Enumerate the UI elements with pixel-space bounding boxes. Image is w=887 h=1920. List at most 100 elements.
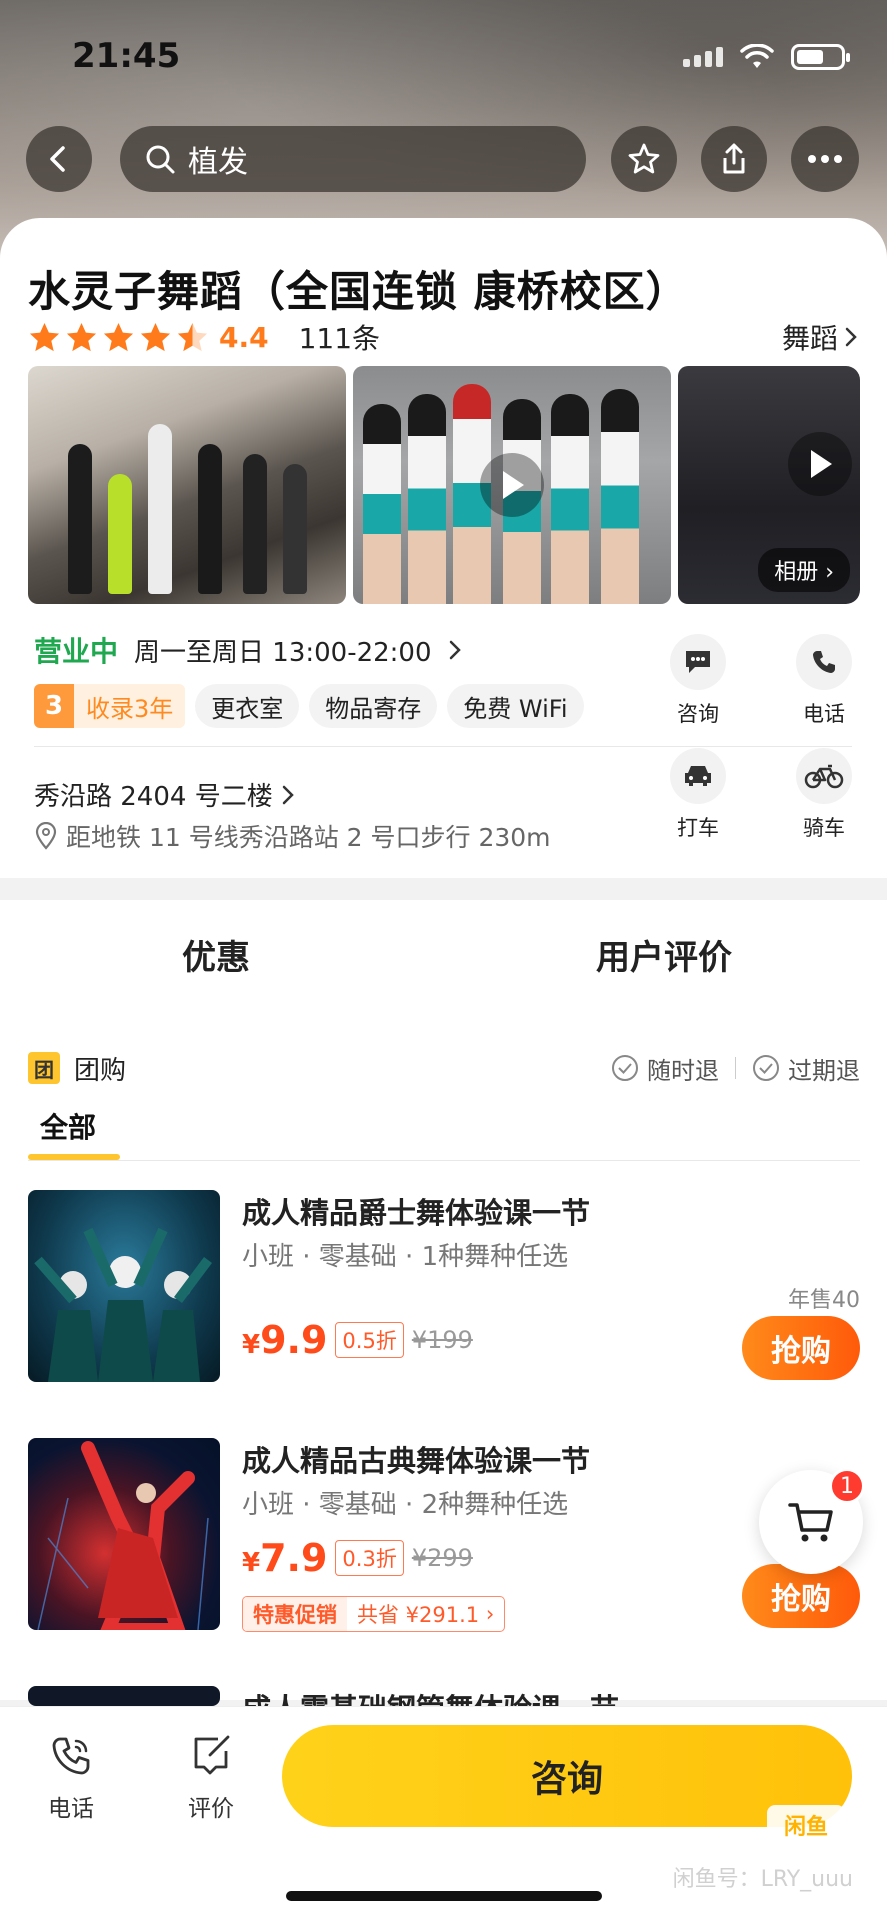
- divider: [28, 1160, 860, 1161]
- buy-button[interactable]: 抢购: [742, 1316, 860, 1380]
- search-input[interactable]: 植发: [120, 126, 586, 192]
- xianyu-logo: 闲鱼: [767, 1805, 845, 1845]
- share-icon: [723, 143, 745, 174]
- group-buy-icon: 团: [28, 1052, 60, 1084]
- cart-button[interactable]: 1: [759, 1468, 865, 1574]
- home-indicator[interactable]: [286, 1891, 602, 1901]
- favorite-button[interactable]: [611, 126, 677, 192]
- original-price: ¥299: [411, 1544, 473, 1572]
- facility-tag: 免费 WiFi: [447, 684, 584, 728]
- price-row: ¥7.9 0.3折 ¥299: [242, 1536, 473, 1580]
- business-hours-row[interactable]: 营业中 周一至周日 13:00-22:00: [34, 630, 462, 670]
- address-link[interactable]: 秀沿路 2404 号二楼: [34, 776, 295, 813]
- sold-count: 年售40: [788, 1288, 860, 1313]
- location-pin-icon: [35, 822, 57, 850]
- shop-info-card: 水灵子舞蹈（全国连锁 康桥校区） 4.4 111条 舞蹈 相册 › 营业中 周一…: [0, 218, 887, 878]
- phone-icon: [796, 634, 852, 690]
- battery-icon: [791, 44, 850, 70]
- status-time: 21:45: [72, 36, 181, 76]
- chevron-right-icon: [845, 327, 857, 347]
- more-dots-icon: [808, 155, 842, 163]
- promo-badge[interactable]: 特惠促销 共省 ¥291.1 ›: [242, 1596, 506, 1632]
- more-button[interactable]: [791, 126, 859, 192]
- chat-icon: [670, 634, 726, 690]
- search-icon: [146, 145, 175, 174]
- chevron-right-icon: [282, 785, 294, 804]
- tab-deals[interactable]: 优惠: [182, 930, 250, 979]
- facility-tag: 物品寄存: [309, 684, 438, 728]
- deal-subtitle: 小班 · 零基础 · 1种舞种任选: [242, 1242, 569, 1272]
- phone-call-icon: [52, 1737, 90, 1775]
- rating-score: 4.4: [219, 320, 269, 354]
- signal-icon: [683, 47, 723, 67]
- taxi-action[interactable]: 打车: [658, 748, 738, 842]
- watermark-text: 闲鱼号：LRY_uuu: [672, 1867, 853, 1892]
- play-icon: [788, 432, 852, 496]
- buy-button[interactable]: 抢购: [742, 1564, 860, 1628]
- tab-reviews[interactable]: 用户评价: [596, 930, 732, 979]
- back-arrow-icon: [50, 146, 65, 172]
- star-full-icon: [29, 322, 60, 351]
- original-price: ¥199: [411, 1326, 473, 1354]
- search-text: 植发: [188, 145, 248, 180]
- consult-action[interactable]: 咨询: [658, 634, 738, 728]
- bottom-bar: 电话 评价 咨询 闲鱼 闲鱼号：LRY_uuu: [0, 1706, 887, 1920]
- deal-title: 成人精品爵士舞体验课一节: [242, 1196, 591, 1230]
- edit-review-icon: [194, 1735, 230, 1775]
- deal-title: 成人精品古典舞体验课一节: [242, 1444, 591, 1478]
- deal-image: [28, 1190, 220, 1382]
- facility-tag: 更衣室: [195, 684, 300, 728]
- years-badge: 3 收录3年: [34, 684, 186, 728]
- bottom-review-button[interactable]: 评价: [176, 1733, 246, 1823]
- metro-distance: 距地铁 11 号线秀沿路站 2 号口步行 230m: [34, 818, 551, 854]
- deal-item[interactable]: 成人精品爵士舞体验课一节 小班 · 零基础 · 1种舞种任选 年售40 ¥9.9…: [28, 1190, 860, 1390]
- deal-subtitle: 小班 · 零基础 · 2种舞种任选: [242, 1490, 569, 1520]
- refund-expired: 过期退: [752, 1051, 860, 1086]
- top-nav: 植发: [26, 126, 861, 194]
- back-button[interactable]: [26, 126, 92, 192]
- deals-section: 优惠 用户评价 团 团购 随时退 过期退 全部 成人精品爵士舞体验课一节 小班 …: [0, 900, 887, 1726]
- content-tabs: 优惠 用户评价: [0, 930, 887, 990]
- wifi-icon: [740, 44, 774, 68]
- check-circle-icon: [753, 1055, 779, 1081]
- rating-row: 4.4 111条 舞蹈: [28, 316, 858, 358]
- cart-icon: [788, 1503, 833, 1542]
- car-icon: [670, 748, 726, 804]
- video-thumbnail-2[interactable]: 相册 ›: [678, 366, 860, 604]
- cart-count-badge: 1: [829, 1468, 865, 1504]
- star-full-icon: [66, 322, 97, 351]
- star-half-icon: [177, 322, 208, 351]
- discount-badge: 0.5折: [335, 1322, 404, 1358]
- phone-action[interactable]: 电话: [784, 634, 864, 728]
- photo-1[interactable]: [28, 366, 346, 604]
- share-button[interactable]: [701, 126, 767, 192]
- deal-price: ¥9.9: [242, 1318, 328, 1362]
- album-button[interactable]: 相册 ›: [758, 548, 850, 592]
- photo-strip[interactable]: 相册 ›: [28, 366, 860, 604]
- chevron-right-icon: [449, 640, 461, 660]
- bicycle-icon: [796, 748, 852, 804]
- group-buy-label: 团购: [74, 1055, 127, 1086]
- group-buy-header: 团 团购 随时退 过期退: [28, 1048, 860, 1088]
- deal-image: [28, 1686, 220, 1706]
- bike-action[interactable]: 骑车: [784, 748, 864, 842]
- star-full-icon: [140, 322, 171, 351]
- deal-image: [28, 1438, 220, 1630]
- category-label: 舞蹈: [781, 322, 838, 355]
- sub-tab-all[interactable]: 全部: [40, 1106, 96, 1146]
- bottom-phone-button[interactable]: 电话: [36, 1733, 106, 1823]
- price-row: ¥9.9 0.5折 ¥199: [242, 1318, 473, 1362]
- divider: [34, 746, 852, 747]
- facility-tags: 3 收录3年 更衣室 物品寄存 免费 WiFi: [34, 684, 584, 728]
- refund-anytime: 随时退: [611, 1051, 719, 1086]
- status-bar: 21:45: [0, 30, 887, 86]
- deal-item[interactable]: 成人精品古典舞体验课一节 小班 · 零基础 · 2种舞种任选 ¥7.9 0.3折…: [28, 1438, 860, 1638]
- category-link[interactable]: 舞蹈: [782, 317, 858, 357]
- shop-title: 水灵子舞蹈（全国连锁 康桥校区）: [28, 267, 689, 316]
- review-count[interactable]: 111条: [299, 317, 380, 357]
- star-full-icon: [103, 322, 134, 351]
- deal-price: ¥7.9: [242, 1536, 328, 1580]
- discount-badge: 0.3折: [335, 1540, 404, 1576]
- video-thumbnail-1[interactable]: [353, 366, 671, 604]
- play-icon: [480, 453, 544, 517]
